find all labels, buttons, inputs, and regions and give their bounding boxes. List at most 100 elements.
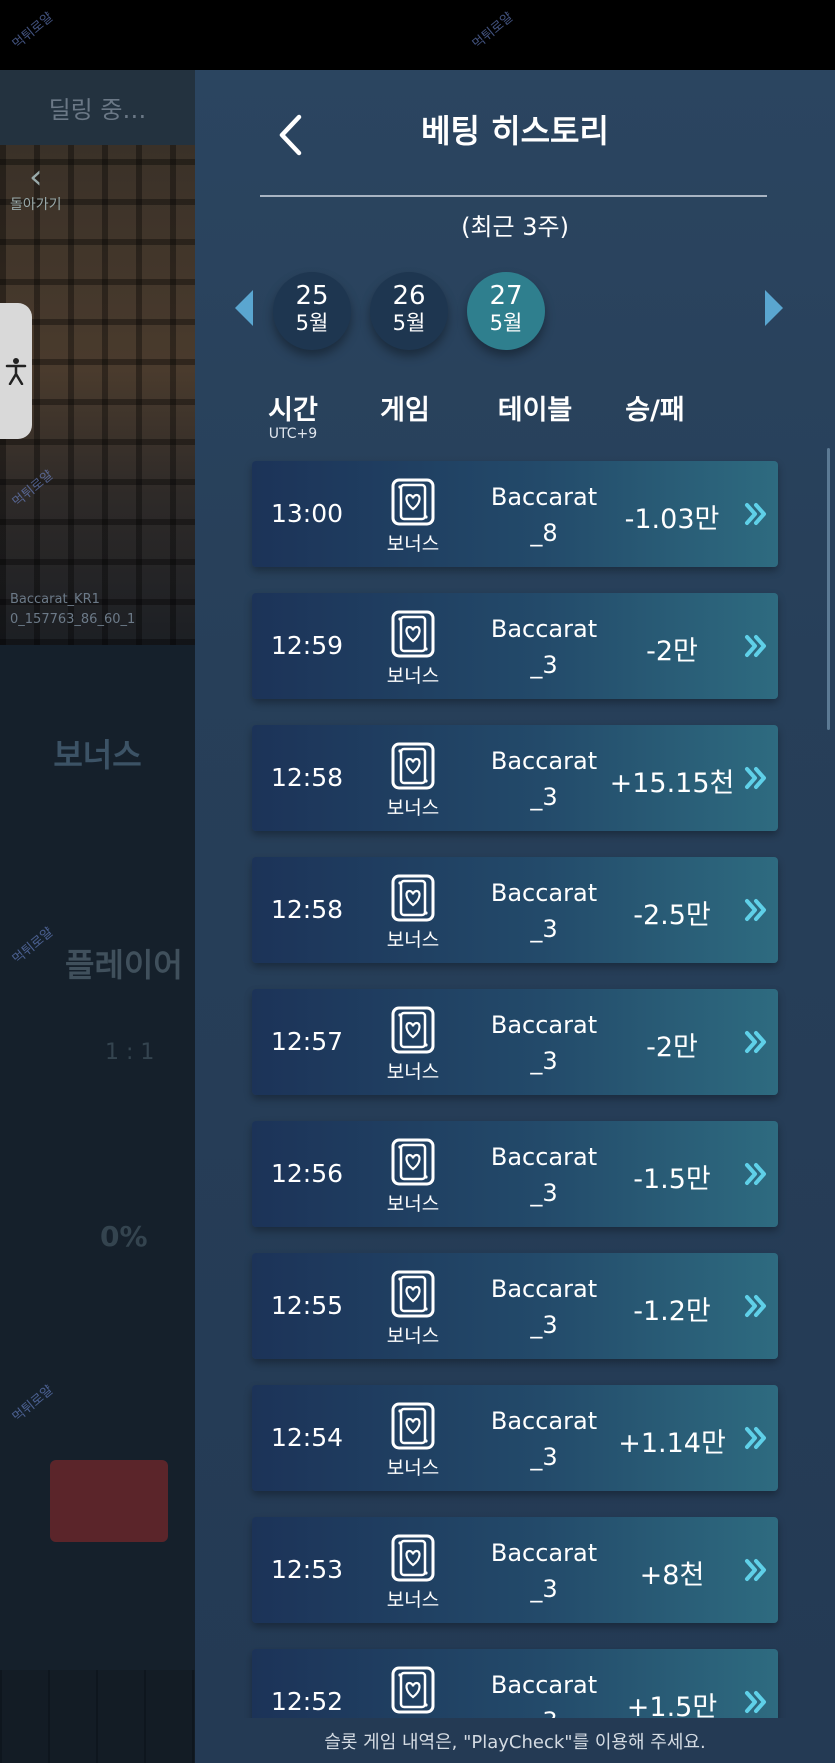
background-road-grid <box>0 1670 195 1763</box>
date-month: 5월 <box>489 311 523 335</box>
row-time: 12:54 <box>270 1423 344 1452</box>
date-day: 26 <box>392 281 426 311</box>
column-header-timezone: UTC+9 <box>268 426 318 442</box>
scrollbar[interactable] <box>827 448 830 730</box>
date-month: 5월 <box>392 311 426 335</box>
row-table-line2: _3 <box>530 1311 558 1339</box>
chevron-left-icon: ‹ <box>28 157 43 197</box>
double-chevron-right-icon[interactable] <box>744 1557 768 1583</box>
date-pill-26[interactable]: 26 5월 <box>370 272 448 350</box>
card-heart-icon <box>391 1138 435 1186</box>
table-code: 0_157763_86_60_1 <box>10 612 136 627</box>
history-row[interactable]: 12:59 보너스 Baccarat _3 -2만 <box>252 593 778 699</box>
row-game: 보너스 <box>386 1061 440 1083</box>
double-chevron-right-icon[interactable] <box>744 1029 768 1055</box>
row-table-line1: Baccarat <box>490 1275 598 1303</box>
row-table-line1: Baccarat <box>490 1011 598 1039</box>
row-table-line2: _3 <box>530 1575 558 1603</box>
row-table-line2: _3 <box>530 783 558 811</box>
background-back-label: 돌아가기 <box>10 197 62 213</box>
row-table-line1: Baccarat <box>490 879 598 907</box>
title-divider <box>260 195 767 197</box>
row-result: -1.03만 <box>624 504 720 535</box>
history-row[interactable]: 12:58 보너스 Baccarat _3 +15.15천 <box>252 725 778 831</box>
row-table-line2: _3 <box>530 651 558 679</box>
double-chevron-right-icon[interactable] <box>744 897 768 923</box>
row-game: 보너스 <box>386 1193 440 1215</box>
history-row[interactable]: 12:55 보너스 Baccarat _3 -1.2만 <box>252 1253 778 1359</box>
row-table-line1: Baccarat <box>490 1539 598 1567</box>
accessibility-button[interactable] <box>0 303 32 439</box>
double-chevron-right-icon[interactable] <box>744 765 768 791</box>
double-chevron-right-icon[interactable] <box>744 1425 768 1451</box>
double-chevron-right-icon[interactable] <box>744 1293 768 1319</box>
row-table: Baccarat _3 <box>484 611 604 683</box>
dealing-status: 딜링 중… <box>48 96 147 124</box>
row-game: 보너스 <box>386 533 440 555</box>
page-title: 베팅 히스토리 <box>421 112 609 150</box>
date-day: 27 <box>489 281 523 311</box>
date-pill-25[interactable]: 25 5월 <box>273 272 351 350</box>
period-subtitle: (최근 3주) <box>461 213 569 241</box>
betting-history-panel: 베팅 히스토리 (최근 3주) 25 5월 26 5월 27 5월 시간 UTC… <box>195 70 835 1763</box>
row-time: 12:52 <box>270 1687 344 1716</box>
background-back-button: ‹ 돌아가기 <box>10 160 62 214</box>
double-chevron-right-icon[interactable] <box>744 1689 768 1715</box>
background-bonus-label: 보너스 <box>53 736 142 774</box>
accessibility-icon <box>5 358 27 385</box>
row-result: +1.14만 <box>618 1428 726 1459</box>
history-row[interactable]: 12:57 보너스 Baccarat _3 -2만 <box>252 989 778 1095</box>
row-table-line1: Baccarat <box>490 747 598 775</box>
history-row[interactable]: 12:53 보너스 Baccarat _3 +8천 <box>252 1517 778 1623</box>
row-time: 12:55 <box>270 1291 344 1320</box>
next-date-arrow-icon[interactable] <box>765 290 783 326</box>
card-heart-icon <box>391 1402 435 1450</box>
status-bar <box>0 0 835 70</box>
column-header-game: 게임 <box>380 395 430 426</box>
row-time: 12:58 <box>270 763 344 792</box>
double-chevron-right-icon[interactable] <box>744 501 768 527</box>
card-heart-icon <box>391 874 435 922</box>
column-header-table: 테이블 <box>497 395 573 426</box>
background-chip <box>50 1460 168 1542</box>
date-pill-27[interactable]: 27 5월 <box>467 272 545 350</box>
card-heart-icon <box>391 1270 435 1318</box>
row-table: Baccarat _3 <box>484 1139 604 1211</box>
row-game: 보너스 <box>386 1589 440 1611</box>
prev-date-arrow-icon[interactable] <box>235 290 253 326</box>
row-table-line1: Baccarat <box>490 615 598 643</box>
row-table-line1: Baccarat <box>490 1407 598 1435</box>
background-percent: 0% <box>100 1220 148 1253</box>
date-month: 5월 <box>295 311 329 335</box>
row-result: -2.5만 <box>633 900 711 931</box>
row-table-line2: _8 <box>530 519 558 547</box>
row-table: Baccarat _3 <box>484 1403 604 1475</box>
card-heart-icon <box>391 1006 435 1054</box>
background-player-label: 플레이어 <box>65 946 183 984</box>
card-heart-icon <box>391 1666 435 1714</box>
row-table: Baccarat _3 <box>484 1271 604 1343</box>
card-heart-icon <box>391 478 435 526</box>
history-row[interactable]: 12:58 보너스 Baccarat _3 -2.5만 <box>252 857 778 963</box>
row-game: 보너스 <box>386 1325 440 1347</box>
row-time: 13:00 <box>270 499 344 528</box>
history-row[interactable]: 13:00 보너스 Baccarat _8 -1.03만 <box>252 461 778 567</box>
row-result: -1.2만 <box>633 1296 711 1327</box>
row-table-line1: Baccarat <box>490 1671 598 1699</box>
double-chevron-right-icon[interactable] <box>744 1161 768 1187</box>
footer-note: 슬롯 게임 내역은, "PlayCheck"를 이용해 주세요. <box>195 1718 835 1763</box>
row-time: 12:59 <box>270 631 344 660</box>
history-row[interactable]: 12:56 보너스 Baccarat _3 -1.5만 <box>252 1121 778 1227</box>
row-time: 12:57 <box>270 1027 344 1056</box>
row-result: -1.5만 <box>633 1164 711 1195</box>
table-name: Baccarat_KR1 <box>10 592 100 607</box>
history-row[interactable]: 12:54 보너스 Baccarat _3 +1.14만 <box>252 1385 778 1491</box>
row-table-line2: _3 <box>530 915 558 943</box>
row-table-line2: _3 <box>530 1443 558 1471</box>
row-time: 12:56 <box>270 1159 344 1188</box>
row-time: 12:53 <box>270 1555 344 1584</box>
double-chevron-right-icon[interactable] <box>744 633 768 659</box>
row-time: 12:58 <box>270 895 344 924</box>
row-result: +15.15천 <box>609 768 735 799</box>
row-result: -2만 <box>646 636 698 667</box>
